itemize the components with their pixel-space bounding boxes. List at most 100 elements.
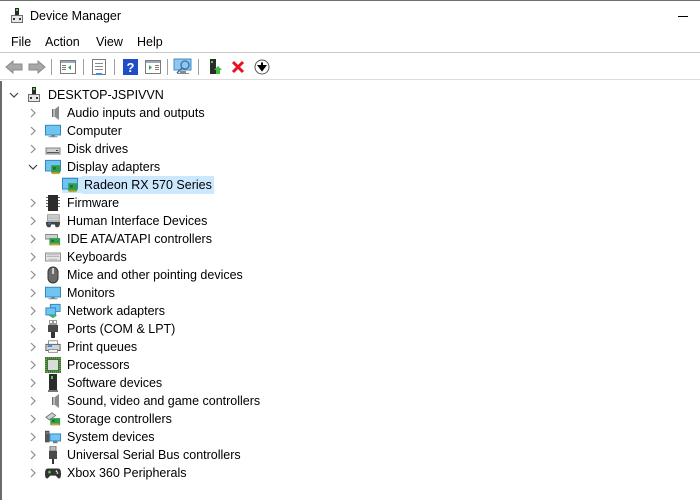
tree-category[interactable]: Processors — [27, 356, 132, 374]
expand-toggle[interactable] — [27, 338, 39, 356]
tree-category[interactable]: Print queues — [27, 338, 139, 356]
toolbar-separator — [114, 59, 115, 75]
expand-toggle[interactable] — [27, 266, 39, 284]
update-driver-button[interactable] — [205, 57, 225, 77]
chevron-down-icon — [28, 164, 38, 170]
expand-toggle[interactable] — [27, 446, 39, 464]
chevron-right-icon — [30, 198, 36, 208]
action-pane-button[interactable] — [143, 57, 163, 77]
expand-toggle[interactable] — [27, 320, 39, 338]
tree-category[interactable]: Xbox 360 Peripherals — [27, 464, 189, 482]
tree-category[interactable]: Network adapters — [27, 302, 167, 320]
help-button[interactable]: ? — [120, 57, 140, 77]
expand-toggle[interactable] — [27, 464, 39, 482]
expand-toggle[interactable] — [27, 356, 39, 374]
network-adapter-icon — [45, 303, 61, 319]
expand-toggle[interactable] — [27, 194, 39, 212]
tree-item-label: Human Interface Devices — [67, 214, 208, 228]
window-title: Device Manager — [30, 9, 122, 23]
title-bar: Device Manager — [0, 0, 700, 31]
chevron-right-icon — [30, 234, 36, 244]
expand-toggle[interactable] — [27, 104, 39, 122]
tree-category[interactable]: Human Interface Devices — [27, 212, 209, 230]
tree-category[interactable]: System devices — [27, 428, 157, 446]
tree-item-label: Computer — [67, 124, 122, 138]
disable-device-button[interactable] — [252, 57, 272, 77]
tree-category[interactable]: Display adapters — [27, 158, 162, 176]
port-icon — [45, 320, 61, 338]
expand-toggle[interactable] — [27, 428, 39, 446]
expand-toggle[interactable] — [27, 302, 39, 320]
monitor-icon — [45, 285, 61, 301]
red-x-icon — [231, 60, 245, 74]
properties-button[interactable] — [89, 57, 109, 77]
chevron-right-icon — [30, 126, 36, 136]
tree-item-label: Firmware — [67, 196, 120, 210]
menu-view[interactable]: View — [96, 35, 123, 49]
tree-item-label: Display adapters — [67, 160, 161, 174]
chevron-right-icon — [30, 468, 36, 478]
tree-category[interactable]: Universal Serial Bus controllers — [27, 446, 243, 464]
console-tree-icon — [60, 60, 76, 74]
expand-toggle[interactable] — [27, 230, 39, 248]
display-adapter-icon — [62, 177, 82, 193]
tree-category[interactable]: Computer — [27, 122, 124, 140]
console-tree-button[interactable] — [58, 57, 78, 77]
menu-file[interactable]: File — [11, 35, 31, 49]
expand-toggle[interactable] — [27, 140, 39, 158]
menu-action[interactable]: Action — [45, 35, 80, 49]
scan-hardware-button[interactable] — [173, 57, 193, 77]
storage-controller-icon — [45, 411, 61, 427]
chevron-right-icon — [30, 342, 36, 352]
tree-item-label: Keyboards — [67, 250, 127, 264]
computer-tower-icon — [26, 87, 42, 103]
mouse-icon — [45, 266, 61, 284]
software-device-icon — [45, 374, 61, 392]
chevron-right-icon — [30, 108, 36, 118]
tree-category[interactable]: Firmware — [27, 194, 121, 212]
uninstall-device-button[interactable] — [228, 57, 248, 77]
collapse-toggle[interactable] — [27, 158, 39, 176]
tree-category[interactable]: Monitors — [27, 284, 117, 302]
chevron-right-icon — [30, 450, 36, 460]
chevron-right-icon — [30, 324, 36, 334]
expand-toggle[interactable] — [27, 374, 39, 392]
expand-toggle[interactable] — [27, 212, 39, 230]
system-devices-icon — [45, 429, 61, 445]
forward-button[interactable] — [27, 57, 47, 77]
scan-monitor-icon — [173, 58, 192, 74]
tree-category[interactable]: Storage controllers — [27, 410, 174, 428]
tree-item-label: Print queues — [67, 340, 138, 354]
tree-category[interactable]: Audio inputs and outputs — [27, 104, 207, 122]
expand-toggle[interactable] — [27, 284, 39, 302]
tree-category[interactable]: Mice and other pointing devices — [27, 266, 245, 284]
tree-category[interactable]: IDE ATA/ATAPI controllers — [27, 230, 214, 248]
tree-item-label: Storage controllers — [67, 412, 172, 426]
expand-toggle[interactable] — [27, 248, 39, 266]
tree-category[interactable]: Keyboards — [27, 248, 129, 266]
chevron-right-icon — [30, 378, 36, 388]
arrow-left-icon — [5, 60, 23, 74]
device-tree: DESKTOP-JSPIVVN Audio inputs and outputs C… — [0, 81, 700, 500]
expand-toggle[interactable] — [27, 410, 39, 428]
minimize-button[interactable] — [654, 1, 700, 31]
tree-item-label: Xbox 360 Peripherals — [67, 466, 187, 480]
minimize-icon — [677, 16, 688, 17]
tree-device[interactable]: Radeon RX 570 Series — [62, 176, 214, 194]
tree-category[interactable]: Sound, video and game controllers — [27, 392, 262, 410]
menu-help[interactable]: Help — [137, 35, 163, 49]
collapse-toggle[interactable] — [8, 86, 20, 104]
chevron-right-icon — [30, 414, 36, 424]
expand-toggle[interactable] — [27, 122, 39, 140]
tree-item-label: System devices — [67, 430, 155, 444]
tree-category[interactable]: Software devices — [27, 374, 164, 392]
tree-category[interactable]: Disk drives — [27, 140, 130, 158]
tree-root[interactable]: DESKTOP-JSPIVVN — [8, 86, 166, 104]
tree-item-label: DESKTOP-JSPIVVN — [48, 88, 164, 102]
expand-toggle[interactable] — [27, 392, 39, 410]
monitor-icon — [45, 123, 61, 139]
tree-item-label: Radeon RX 570 Series — [82, 176, 214, 194]
tree-item-label: Processors — [67, 358, 130, 372]
tree-category[interactable]: Ports (COM & LPT) — [27, 320, 177, 338]
back-button[interactable] — [4, 57, 24, 77]
